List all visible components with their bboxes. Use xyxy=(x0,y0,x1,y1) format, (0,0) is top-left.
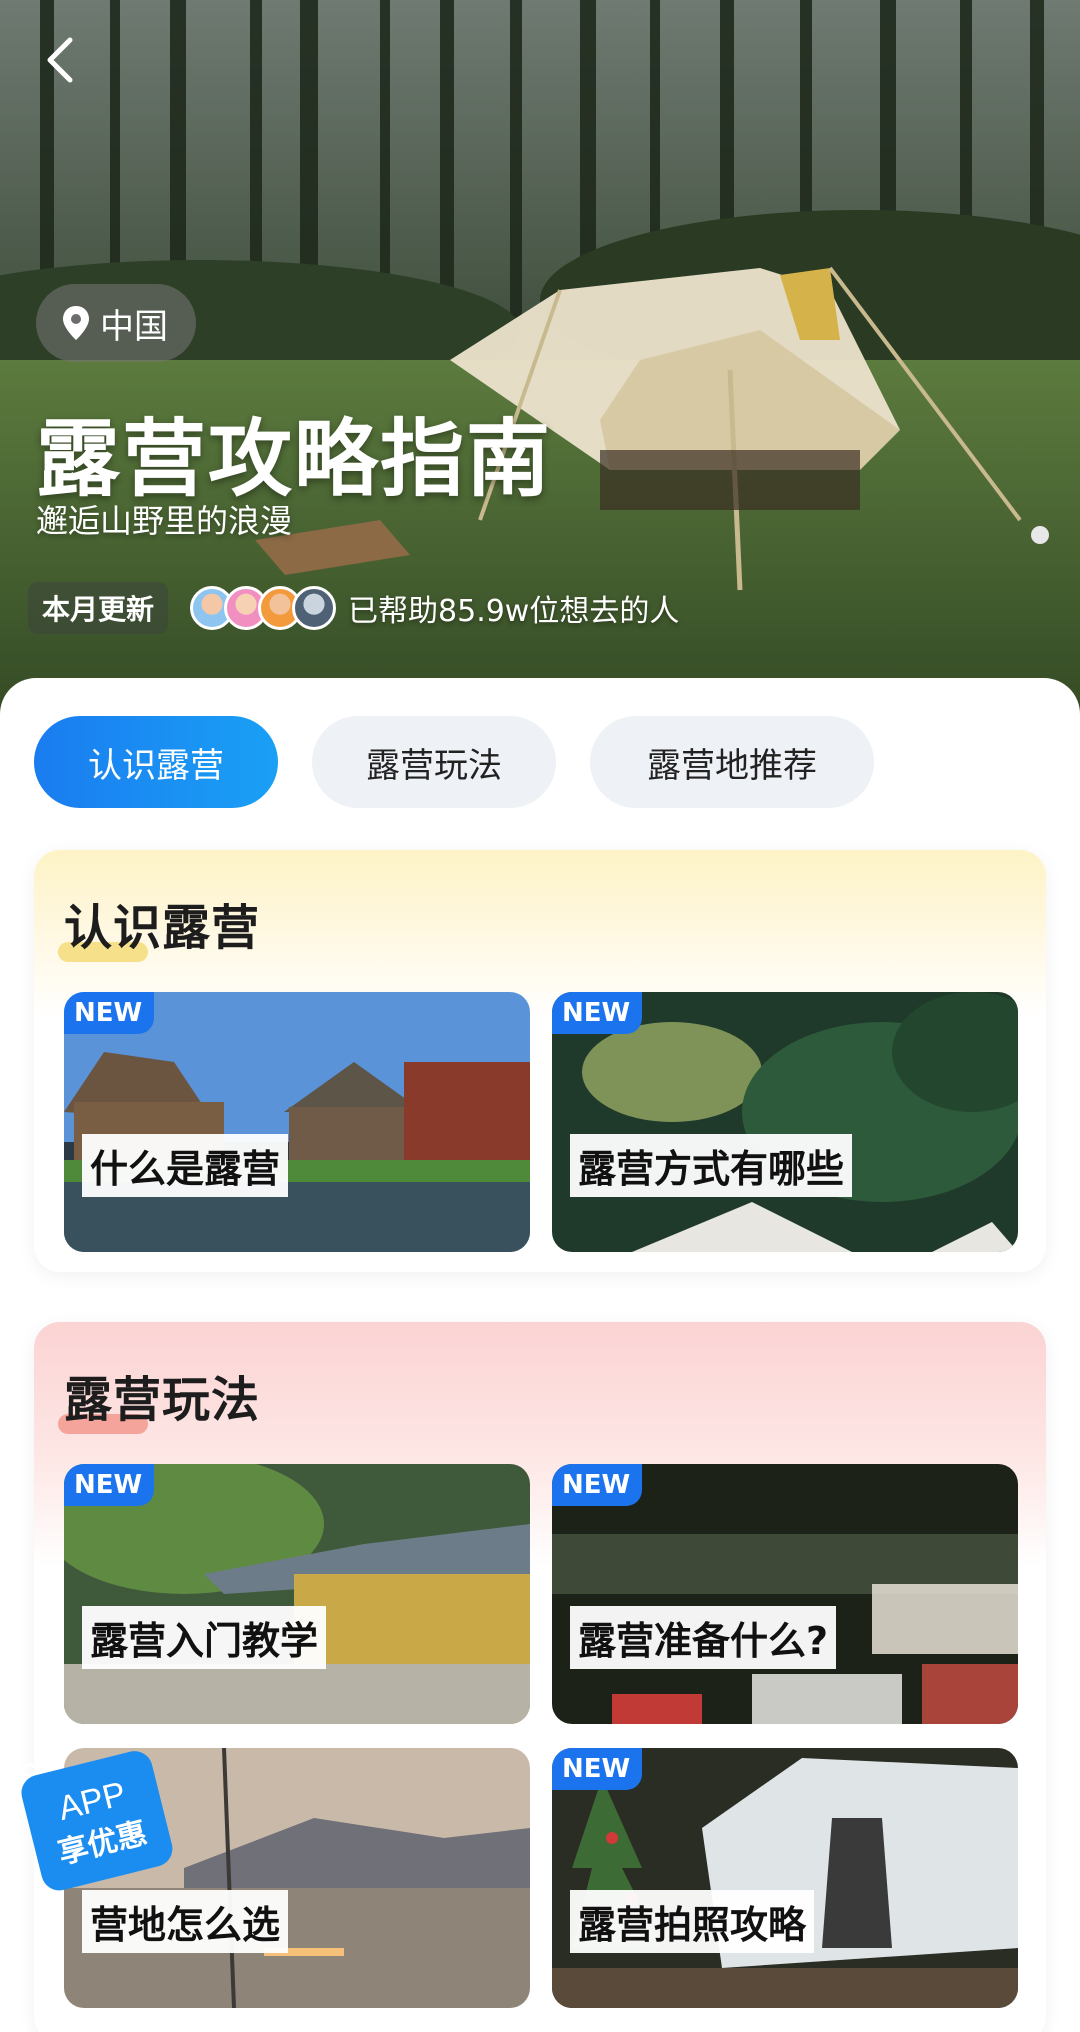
card-title: 什么是露营 xyxy=(82,1134,289,1197)
avatar-group xyxy=(190,586,337,630)
location-pill[interactable]: 中国 xyxy=(36,284,196,362)
avatar xyxy=(292,586,337,630)
tab-camping-play[interactable]: 露营玩法 xyxy=(312,716,556,808)
card-title: 露营入门教学 xyxy=(82,1606,327,1669)
article-card[interactable]: NEW 露营拍照攻略 xyxy=(552,1748,1018,2008)
new-badge: NEW xyxy=(64,992,155,1034)
article-card[interactable]: NEW 露营方式有哪些 xyxy=(552,992,1018,1252)
new-badge: NEW xyxy=(552,1464,643,1506)
tab-know-camping[interactable]: 认识露营 xyxy=(34,716,278,808)
category-tabs: 认识露营 露营玩法 露营地推荐 xyxy=(34,716,874,808)
tab-campsite-recommend[interactable]: 露营地推荐 xyxy=(590,716,874,808)
article-card[interactable]: NEW 露营准备什么? xyxy=(552,1464,1018,1724)
location-pin-icon xyxy=(63,306,89,340)
page-subtitle: 邂逅山野里的浪漫 xyxy=(36,502,293,540)
update-tag: 本月更新 xyxy=(28,582,169,634)
page-title: 露营攻略指南 xyxy=(36,410,553,508)
article-card[interactable]: NEW 露营入门教学 xyxy=(64,1464,530,1724)
update-info-row: 本月更新 已帮助85.9w位想去的人 xyxy=(28,582,679,634)
helped-count-text: 已帮助85.9w位想去的人 xyxy=(348,594,680,629)
card-title: 露营方式有哪些 xyxy=(570,1134,853,1197)
new-badge: NEW xyxy=(552,1748,643,1790)
section-title: 露营玩法 xyxy=(64,1372,261,1428)
hero-banner: 中国 露营攻略指南 邂逅山野里的浪漫 本月更新 已帮助85.9w位想去的人 xyxy=(0,0,1080,720)
back-arrow-icon[interactable] xyxy=(36,30,86,90)
card-title: 露营准备什么? xyxy=(570,1606,837,1669)
card-title: 营地怎么选 xyxy=(82,1890,289,1953)
article-card[interactable]: NEW 什么是露营 xyxy=(64,992,530,1252)
section-title: 认识露营 xyxy=(64,900,261,956)
card-title: 露营拍照攻略 xyxy=(570,1890,815,1953)
section-know-camping: 认识露营 NEW 什么是露营 NEW 露营方式有哪些 xyxy=(34,850,1046,1272)
new-badge: NEW xyxy=(552,992,643,1034)
location-text: 中国 xyxy=(100,306,168,347)
new-badge: NEW xyxy=(64,1464,155,1506)
section-camping-play: 露营玩法 NEW 露营入门教学 NEW 露营准备什么? 营地怎么选 NEW 露营… xyxy=(34,1322,1046,2032)
